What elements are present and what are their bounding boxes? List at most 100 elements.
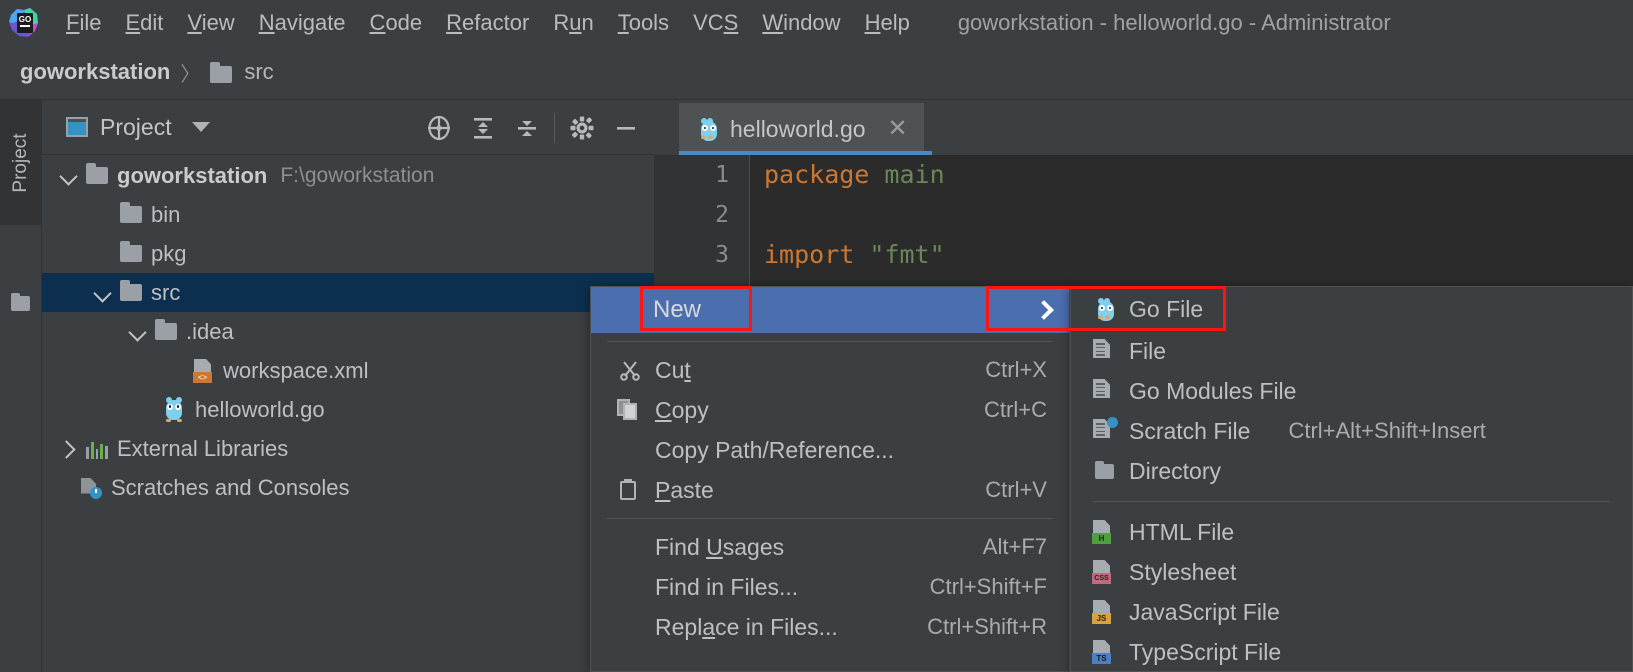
submenu-item-go-file[interactable]: Go File xyxy=(1071,287,1632,331)
menu-help[interactable]: Help xyxy=(853,0,922,45)
minimize-icon[interactable] xyxy=(604,106,648,150)
code-line: import "fmt" xyxy=(764,235,1633,275)
go-file-icon xyxy=(697,118,717,141)
cut-icon xyxy=(617,359,643,381)
context-menu-item-paste[interactable]: Paste Ctrl+V xyxy=(591,470,1069,510)
editor-tab-strip: helloworld.go ✕ xyxy=(654,100,1633,155)
editor-tab-helloworld-go[interactable]: helloworld.go ✕ xyxy=(679,103,924,155)
tree-item-label: .idea xyxy=(186,318,234,344)
gear-icon[interactable] xyxy=(560,106,604,150)
tool-window-button-project[interactable]: Project xyxy=(0,100,42,225)
submenu-item-javascript-file[interactable]: JS JavaScript File xyxy=(1071,592,1632,632)
menu-code[interactable]: Code xyxy=(358,0,435,45)
menu-file[interactable]: File xyxy=(54,0,113,45)
scratch-file-icon xyxy=(1091,417,1118,443)
tree-row[interactable]: .idea xyxy=(42,312,654,351)
chevron-down-icon[interactable] xyxy=(127,321,149,343)
breadcrumb: goworkstation 〉 src xyxy=(0,45,1633,100)
tool-window-label-project: Project xyxy=(10,132,31,193)
chevron-down-icon[interactable] xyxy=(92,282,114,304)
tree-row[interactable]: bin xyxy=(42,195,654,234)
chevron-down-icon[interactable] xyxy=(191,122,210,132)
menu-separator xyxy=(607,518,1053,519)
submenu-item-label: Scratch File xyxy=(1129,417,1251,444)
libraries-icon xyxy=(86,439,108,459)
tree-row[interactable]: goworkstation F:\goworkstation xyxy=(42,156,654,195)
tree-row[interactable]: External Libraries xyxy=(42,429,654,468)
expand-all-icon[interactable] xyxy=(461,106,505,150)
menu-edit[interactable]: Edit xyxy=(113,0,175,45)
submenu-item-label: TypeScript File xyxy=(1129,638,1282,665)
menu-navigate[interactable]: Navigate xyxy=(247,0,358,45)
menu-refactor[interactable]: Refactor xyxy=(434,0,541,45)
breadcrumb-separator: 〉 xyxy=(180,63,201,86)
context-menu: New Cut Ctrl+X Copy Ctrl+C Copy Path/Ref… xyxy=(590,286,1070,672)
ts-file-icon: TS xyxy=(1091,640,1117,664)
scratches-icon xyxy=(80,477,102,499)
context-menu-item-shortcut: Ctrl+Shift+F xyxy=(929,574,1047,599)
submenu-item-go-modules-file[interactable]: Go Modules File xyxy=(1071,371,1632,411)
breadcrumb-root[interactable]: goworkstation xyxy=(20,59,170,85)
folder-icon xyxy=(210,61,233,83)
submenu-item-label: Directory xyxy=(1129,457,1222,484)
project-panel-title[interactable]: Project xyxy=(100,114,172,141)
tree-row[interactable]: Scratches and Consoles xyxy=(42,468,654,507)
menu-separator xyxy=(607,341,1053,342)
locate-icon[interactable] xyxy=(417,106,461,150)
context-menu-item-cut[interactable]: Cut Ctrl+X xyxy=(591,350,1069,390)
submenu-item-label: File xyxy=(1129,337,1167,364)
context-menu-item-shortcut: Alt+F7 xyxy=(982,534,1047,559)
submenu-item-file[interactable]: File xyxy=(1071,331,1632,371)
context-menu-item-find-usages[interactable]: Find Usages Alt+F7 xyxy=(591,527,1069,567)
context-menu-item-label: Find Usages xyxy=(655,533,785,560)
menu-view[interactable]: View xyxy=(175,0,246,45)
context-menu-item-find-in-files[interactable]: Find in Files... Ctrl+Shift+F xyxy=(591,567,1069,607)
tree-item-label: Scratches and Consoles xyxy=(111,474,350,500)
tree-item-label: workspace.xml xyxy=(223,357,369,383)
menu-vcs[interactable]: VCS xyxy=(681,0,750,45)
context-menu-item-label: Cut xyxy=(655,356,691,383)
close-icon[interactable]: ✕ xyxy=(888,117,908,141)
folder-icon xyxy=(120,241,142,262)
code-token-string: "fmt" xyxy=(869,240,945,269)
xml-file-icon: <> xyxy=(192,358,214,383)
menu-window[interactable]: Window xyxy=(750,0,852,45)
context-menu-item-shortcut: Ctrl+X xyxy=(985,357,1047,382)
goland-logo-icon: GO xyxy=(8,7,40,39)
submenu-item-stylesheet[interactable]: CSS Stylesheet xyxy=(1071,552,1632,592)
tree-row-src[interactable]: src xyxy=(42,273,654,312)
submenu-item-typescript-file[interactable]: TS TypeScript File xyxy=(1071,632,1632,672)
context-menu-item-label: Paste xyxy=(655,476,714,503)
tree-row[interactable]: <> workspace.xml xyxy=(42,351,654,390)
tree-row[interactable]: helloworld.go xyxy=(42,390,654,429)
toolbar-divider xyxy=(554,112,555,143)
chevron-down-icon[interactable] xyxy=(58,165,80,187)
context-menu-item-copy[interactable]: Copy Ctrl+C xyxy=(591,390,1069,430)
context-menu-item-shortcut: Ctrl+Shift+R xyxy=(927,614,1047,639)
context-menu-item-copy-path[interactable]: Copy Path/Reference... xyxy=(591,430,1069,470)
breadcrumb-leaf[interactable]: src xyxy=(244,59,273,85)
submenu-item-label: Stylesheet xyxy=(1129,558,1237,585)
svg-text:GO: GO xyxy=(19,15,31,24)
menu-tools[interactable]: Tools xyxy=(606,0,681,45)
chevron-right-icon[interactable] xyxy=(58,438,80,460)
submenu-item-directory[interactable]: Directory xyxy=(1071,451,1632,491)
project-tree: goworkstation F:\goworkstation bin pkg s… xyxy=(42,156,654,507)
context-menu-item-new[interactable]: New xyxy=(591,287,1069,333)
folder-icon xyxy=(1091,460,1117,479)
tree-row[interactable]: pkg xyxy=(42,234,654,273)
context-menu-item-replace-in-files[interactable]: Replace in Files... Ctrl+Shift+R xyxy=(591,607,1069,647)
twisty-placeholder xyxy=(92,243,114,265)
collapse-all-icon[interactable] xyxy=(505,106,549,150)
tree-item-path: F:\goworkstation xyxy=(280,163,435,187)
menu-run[interactable]: Run xyxy=(541,0,605,45)
folder-icon xyxy=(155,319,177,340)
line-number: 1 xyxy=(715,162,729,188)
chevron-right-icon xyxy=(1034,300,1054,320)
file-icon xyxy=(1091,379,1117,403)
code-token-keyword: package xyxy=(764,160,870,189)
submenu-item-html-file[interactable]: H HTML File xyxy=(1071,512,1632,552)
submenu-item-scratch-file[interactable]: Scratch File Ctrl+Alt+Shift+Insert xyxy=(1071,411,1632,451)
folder-icon xyxy=(120,202,142,223)
